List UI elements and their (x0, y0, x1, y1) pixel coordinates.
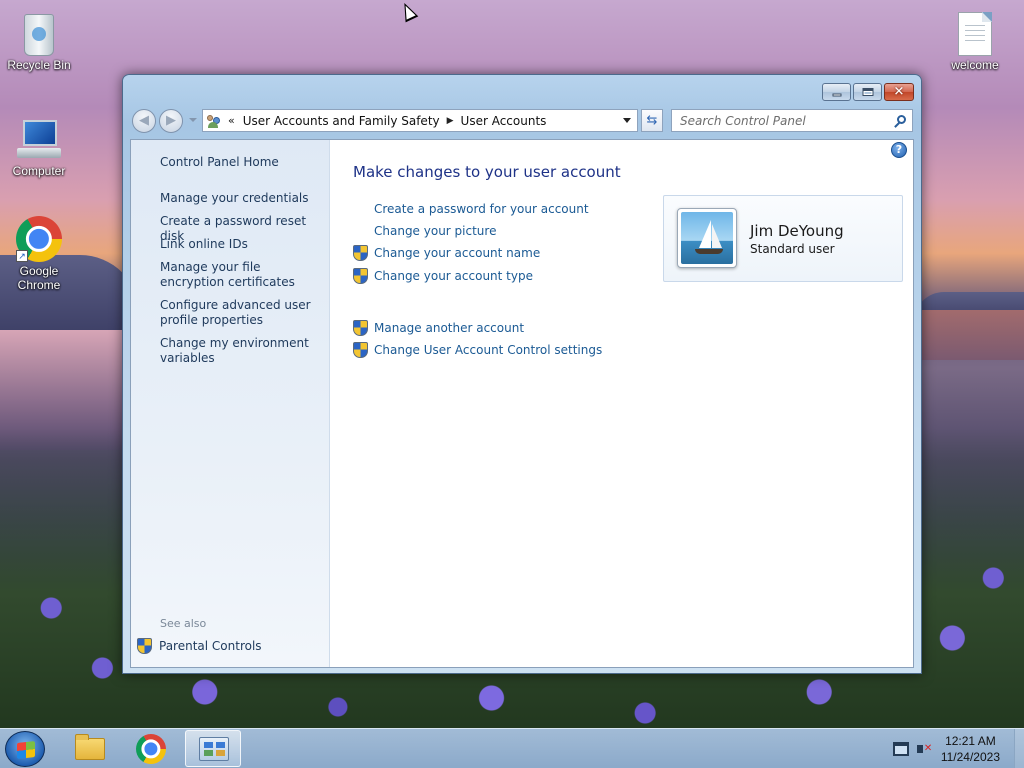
sidebar-link-online-ids[interactable]: Link online IDs (160, 237, 325, 252)
uac-shield-icon (353, 245, 368, 261)
windows-logo-icon (17, 741, 35, 759)
sidebar-link-parental-controls[interactable]: Parental Controls (137, 638, 262, 654)
search-input[interactable]: Search Control Panel (671, 109, 913, 132)
breadcrumb-overflow[interactable]: « (228, 114, 235, 127)
chrome-icon (136, 734, 166, 764)
clock[interactable]: 12:21 AM 11/24/2023 (941, 733, 1000, 765)
task-link-create-password[interactable]: Create a password for your account (353, 201, 589, 217)
page-title: Make changes to your user account (353, 163, 621, 181)
computer-icon (15, 114, 63, 162)
chevron-down-icon (623, 118, 631, 123)
desktop-icon-label: Chrome (17, 278, 61, 292)
close-icon: ✕ (893, 84, 905, 100)
arrow-left-icon: ◀ (139, 113, 149, 128)
breadcrumb-separator-icon[interactable]: ▶ (447, 116, 454, 126)
help-icon: ? (895, 143, 903, 156)
window-caption-buttons: ✕ (822, 83, 914, 101)
user-accounts-icon (206, 114, 222, 128)
forward-button[interactable]: ▶ (159, 109, 183, 133)
uac-shield-icon (137, 638, 152, 654)
task-link-uac-settings[interactable]: Change User Account Control settings (353, 342, 602, 358)
see-also-heading: See also (160, 617, 207, 630)
help-button[interactable]: ? (891, 142, 907, 158)
task-link-manage-another-account[interactable]: Manage another account (353, 320, 524, 336)
task-label: Change your picture (374, 224, 497, 238)
maximize-icon (862, 88, 873, 96)
chrome-icon: ↗ (16, 216, 62, 262)
search-icon[interactable] (897, 115, 906, 124)
sidebar-link-environment-variables[interactable]: Change my environment variables (160, 336, 325, 366)
address-bar[interactable]: « User Accounts and Family Safety ▶ User… (202, 109, 638, 132)
navigation-buttons: ◀ ▶ (132, 109, 188, 133)
recent-pages-dropdown[interactable] (189, 118, 197, 122)
task-link-change-account-type[interactable]: Change your account type (353, 268, 533, 284)
start-button[interactable] (5, 731, 45, 767)
close-button[interactable]: ✕ (884, 83, 914, 101)
user-account-card: Jim DeYoung Standard user (663, 195, 903, 282)
content-area: Control Panel Home Manage your credentia… (130, 139, 914, 668)
mouse-pointer-icon (398, 0, 419, 23)
minimize-button[interactable] (822, 83, 851, 101)
sidebar-link-control-panel-home[interactable]: Control Panel Home (160, 155, 325, 170)
clock-date: 11/24/2023 (940, 750, 1000, 764)
sidebar-link-file-encryption[interactable]: Manage your file encryption certificates (160, 260, 325, 290)
sailboat-picture-icon (681, 212, 733, 264)
sidebar-link-manage-credentials[interactable]: Manage your credentials (160, 191, 325, 206)
refresh-icon: ⇆ (646, 113, 658, 128)
avatar[interactable] (677, 208, 737, 268)
desktop-icon-label: welcome (951, 58, 999, 72)
desktop-icon-label: Recycle Bin (7, 58, 71, 72)
back-button[interactable]: ◀ (132, 109, 156, 133)
parental-controls-label: Parental Controls (159, 639, 262, 653)
task-label: Create a password for your account (374, 202, 589, 216)
volume-muted-icon[interactable] (916, 742, 933, 756)
taskbar-control-panel[interactable] (185, 730, 241, 767)
sidebar-link-advanced-profile[interactable]: Configure advanced user profile properti… (160, 298, 325, 328)
arrow-right-icon: ▶ (166, 113, 176, 128)
desktop-icon-computer[interactable]: Computer (1, 114, 77, 178)
task-link-change-account-name[interactable]: Change your account name (353, 245, 540, 261)
uac-shield-icon (353, 268, 368, 284)
show-desktop-button[interactable] (1014, 729, 1024, 768)
taskbar-google-chrome[interactable] (123, 730, 179, 767)
breadcrumb-user-accounts-family-safety[interactable]: User Accounts and Family Safety (243, 114, 440, 128)
uac-shield-icon (353, 320, 368, 336)
user-accounts-window: ✕ ◀ ▶ « User Accounts and Family Safety … (122, 74, 922, 674)
uac-shield-icon (353, 342, 368, 358)
task-label: Change User Account Control settings (374, 343, 603, 357)
desktop-icon-label: Google (19, 264, 59, 278)
recycle-bin-icon (24, 14, 54, 56)
network-icon[interactable] (892, 742, 909, 756)
task-label: Manage another account (374, 321, 525, 335)
desktop-icon-google-chrome[interactable]: ↗ Google Chrome (1, 216, 77, 292)
desktop-icon-recycle-bin[interactable]: Recycle Bin (1, 8, 77, 72)
search-placeholder: Search Control Panel (680, 114, 806, 128)
desktop-icon-welcome[interactable]: welcome (937, 10, 1013, 72)
maximize-button[interactable] (853, 83, 882, 101)
system-tray: 12:21 AM 11/24/2023 (892, 729, 1024, 768)
shortcut-arrow-icon: ↗ (16, 250, 28, 262)
desktop-icon-label: Computer (12, 164, 66, 178)
taskbar: 12:21 AM 11/24/2023 (0, 728, 1024, 768)
task-pane: Control Panel Home Manage your credentia… (131, 140, 330, 667)
minimize-icon (832, 93, 841, 97)
user-name: Jim DeYoung (750, 222, 844, 240)
clock-time: 12:21 AM (945, 734, 996, 748)
task-label: Change your account name (374, 246, 541, 260)
breadcrumb-user-accounts[interactable]: User Accounts (461, 114, 547, 128)
folder-icon (75, 734, 105, 760)
text-document-icon (958, 12, 992, 56)
desktop-wallpaper-lake (920, 310, 1024, 360)
address-dropdown-button[interactable] (617, 110, 637, 131)
taskbar-file-explorer[interactable] (61, 730, 117, 767)
refresh-button[interactable]: ⇆ (641, 109, 663, 132)
task-link-change-picture[interactable]: Change your picture (353, 223, 496, 239)
task-label: Change your account type (374, 269, 533, 283)
user-account-type: Standard user (750, 242, 835, 256)
control-panel-icon (199, 737, 229, 761)
